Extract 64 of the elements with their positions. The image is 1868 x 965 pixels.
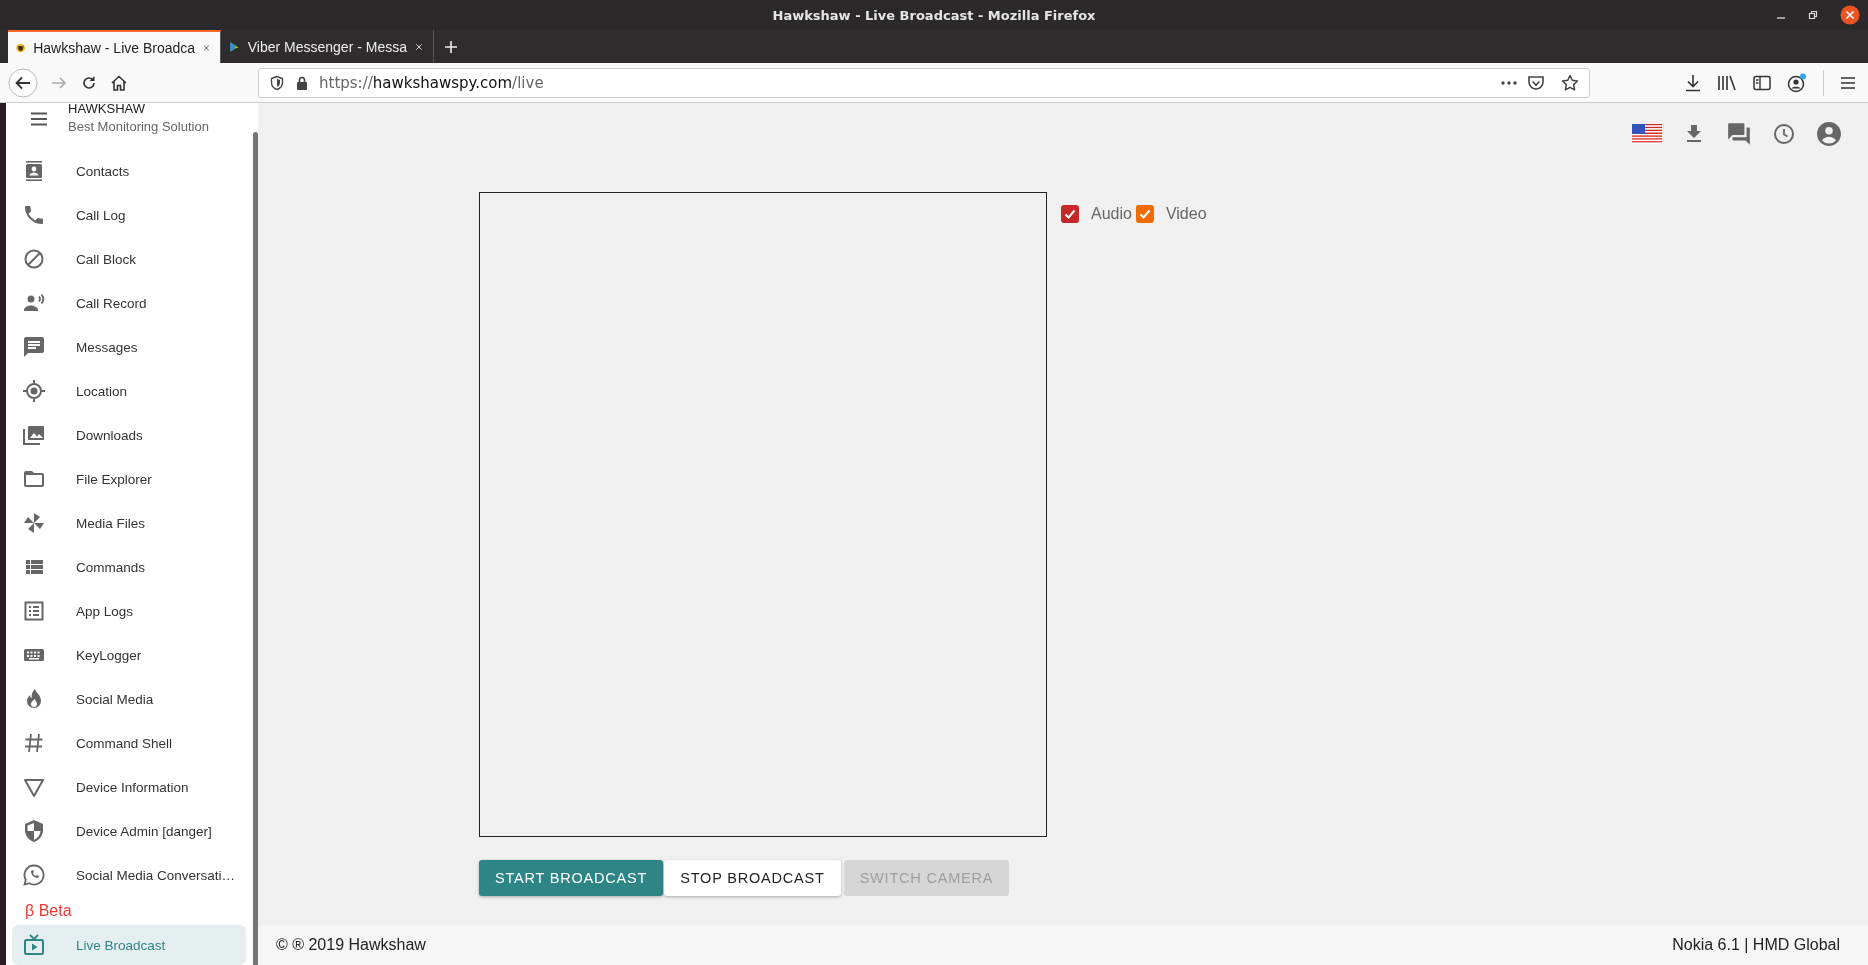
reload-icon[interactable] [80,73,98,92]
pocket-icon[interactable] [1527,73,1545,92]
sidebar-item[interactable]: Device Information [12,765,246,809]
action-button[interactable]: STOP BROADCAST [664,860,841,896]
photos-icon [22,423,46,447]
chat-icon[interactable] [1726,121,1752,147]
new-tab-icon[interactable] [444,39,458,54]
sidebar-item[interactable]: Media Files [12,501,246,545]
menu-icon[interactable] [1840,75,1856,90]
block-icon [22,247,46,271]
sidebar-item[interactable]: Contacts [12,149,246,193]
copyright-text: © ® 2019 Hawkshaw [276,936,426,954]
action-button[interactable]: START BROADCAST [479,860,664,896]
sidebar-item[interactable]: Social Media Conversati… [12,853,246,897]
browser-tab[interactable]: Hawkshaw - Live Broadca [8,30,221,63]
clock-icon[interactable] [1772,122,1796,146]
sidebar-toggle-icon[interactable] [1753,74,1771,91]
restore-icon[interactable] [1808,10,1818,20]
star-icon[interactable] [1561,73,1579,92]
address-bar[interactable]: https://hawkshawspy.com/live [258,67,1590,98]
shield-outline-icon [269,74,285,91]
more-icon[interactable] [1501,80,1517,85]
device-text: Nokia 6.1 | HMD Global [1672,936,1840,954]
checkbox-label: Audio [1091,205,1132,223]
sidebar-item[interactable]: Location [12,369,246,413]
crosshair-icon [22,379,46,403]
brand-title: HAWKSHAW [68,103,147,116]
download-arrow-icon[interactable] [1685,73,1701,92]
sidebar-item[interactable]: Call Record [12,281,246,325]
lock-icon [295,74,309,91]
sidebar-item[interactable]: Device Admin [danger] [12,809,246,853]
window-title: Hawkshaw - Live Broadcast - Mozilla Firefox [772,7,1096,23]
section-label: β Beta [25,901,73,921]
library-icon[interactable] [1717,73,1737,92]
sidebar-item[interactable]: Call Log [12,193,246,237]
checkbox[interactable] [1135,205,1154,223]
shield-icon [22,819,46,843]
pinwheel-icon [22,511,46,535]
home-icon[interactable] [110,73,128,92]
list-box-icon [22,599,46,623]
scrollbar[interactable] [253,132,258,965]
back-icon[interactable] [8,67,38,98]
phone-icon [22,203,46,227]
sidebar-item[interactable]: Messages [12,325,246,369]
flag-icon[interactable] [1632,124,1662,144]
close-icon[interactable] [1840,5,1860,25]
sidebar-item[interactable]: Commands [12,545,246,589]
sidebar-item[interactable]: Social Media [12,677,246,721]
message-icon [22,335,46,359]
sidebar-item[interactable]: App Logs [12,589,246,633]
hash-icon [22,731,46,755]
sidebar-item[interactable]: Downloads [12,413,246,457]
menu-icon[interactable] [30,112,48,126]
checkbox[interactable] [1061,205,1079,223]
sidebar-item[interactable]: Live Broadcast [12,925,246,965]
checkbox-label: Video [1165,205,1207,223]
chat-phone-icon [22,863,46,887]
account-icon[interactable] [1787,72,1807,93]
sidebar-item[interactable]: Command Shell [12,721,246,765]
sidebar-item[interactable]: Call Block [12,237,246,281]
brand-subtitle: Best Monitoring Solution [68,119,209,134]
sidebar-item[interactable]: File Explorer [12,457,246,501]
tv-icon [22,933,46,957]
sidebar-item[interactable]: KeyLogger [12,633,246,677]
